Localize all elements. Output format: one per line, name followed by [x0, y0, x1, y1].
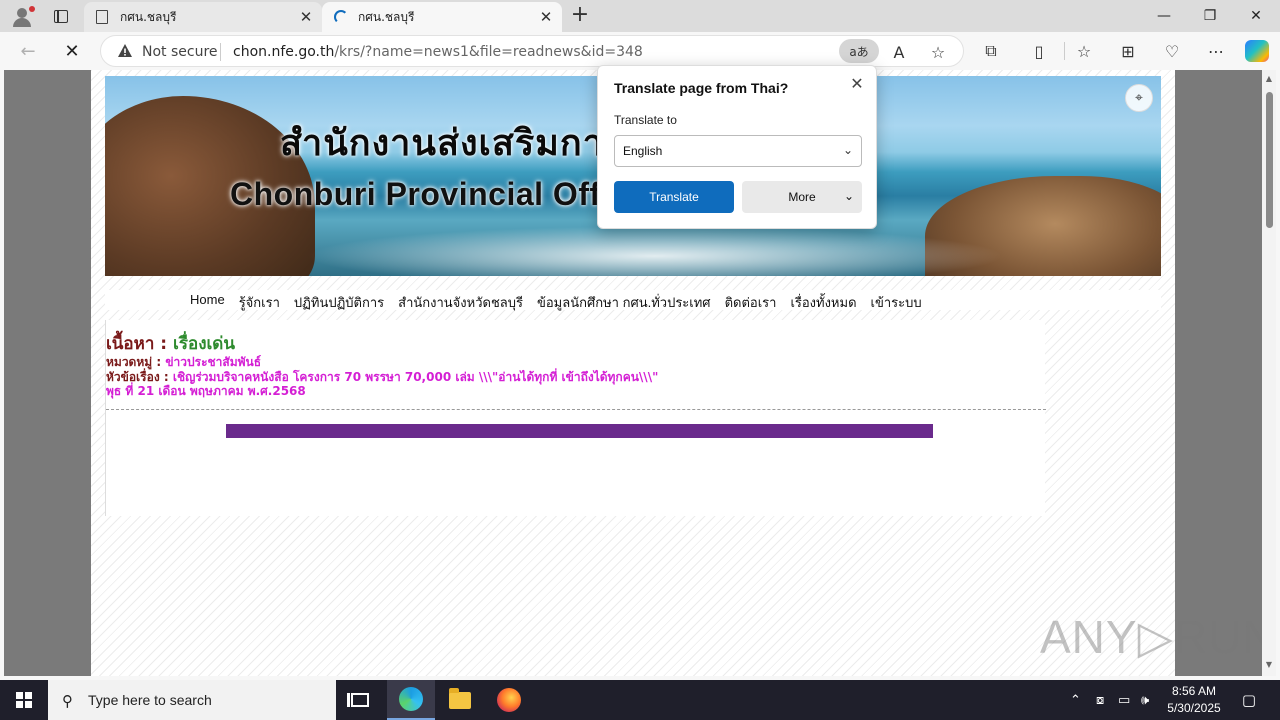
taskbar-firefox[interactable] — [485, 680, 533, 720]
tray-chevron-icon[interactable]: ⌃ — [1070, 680, 1081, 720]
language-select[interactable]: English ⌄ — [614, 135, 862, 167]
menu-provincial-office[interactable]: สำนักงานจังหวัดชลบุรี — [398, 292, 523, 313]
site-menu: Home รู้จักเรา ปฏิทินปฏิบัติการ สำนักงาน… — [105, 290, 1161, 310]
article-image-top — [226, 424, 933, 438]
profile-avatar-icon — [17, 8, 27, 18]
more-menu-icon[interactable]: ⋯ — [1202, 38, 1230, 64]
favorites-icon[interactable]: ☆ — [1070, 38, 1098, 64]
windows-taskbar: ⚲ Type here to search ⌃ ⧇ ▭ 🕪 8:56 AM 5/… — [0, 680, 1280, 720]
notification-icon[interactable]: ▢ — [1234, 680, 1264, 720]
url-text[interactable]: chon.nfe.go.th/krs/?name=news1&file=read… — [233, 44, 643, 60]
tab-chonburi-1[interactable]: กศน.ชลบุรี ✕ — [84, 2, 322, 32]
tab-title: กศน.ชลบุรี — [358, 9, 415, 24]
folder-icon — [449, 687, 471, 709]
taskbar-file-explorer[interactable] — [436, 680, 484, 720]
tab-actions-icon — [54, 9, 68, 23]
warning-icon — [118, 44, 132, 57]
address-bar[interactable]: Not secure chon.nfe.go.th/krs/?name=news… — [100, 35, 964, 67]
menu-about[interactable]: รู้จักเรา — [239, 292, 280, 313]
chevron-down-icon: ⌄ — [842, 143, 853, 157]
clock-time: 8:56 AM — [1171, 684, 1217, 698]
profile-button[interactable] — [8, 4, 36, 28]
menu-calendar[interactable]: ปฏิทินปฏิบัติการ — [294, 292, 384, 313]
scroll-thumb[interactable] — [1266, 92, 1273, 228]
restore-button[interactable]: ❐ — [1187, 0, 1233, 32]
taskbar-search[interactable]: ⚲ Type here to search — [48, 680, 336, 720]
task-view-icon — [347, 693, 369, 707]
translate-popup: Translate page from Thai? ✕ Translate to… — [597, 65, 877, 229]
favorite-star-icon[interactable]: ☆ — [925, 40, 951, 64]
task-view-button[interactable] — [336, 680, 384, 720]
more-options-button[interactable]: More ⌄ — [742, 181, 862, 213]
tab-chonburi-2[interactable]: กศน.ชลบุรี ✕ — [322, 2, 562, 32]
clock-date: 5/30/2025 — [1167, 701, 1221, 715]
tab-actions-button[interactable] — [48, 4, 74, 28]
notification-dot — [29, 6, 35, 12]
start-button[interactable] — [0, 680, 48, 720]
content-date: พุธ ที่ 21 เดือน พฤษภาคม พ.ศ.2568 — [106, 384, 306, 398]
copilot-icon[interactable] — [1245, 40, 1269, 62]
translate-confirm-button[interactable]: Translate — [614, 181, 734, 213]
taskbar-edge[interactable] — [387, 680, 435, 720]
taskbar-clock[interactable]: 8:56 AM 5/30/2025 — [1156, 683, 1232, 717]
page-icon — [96, 10, 108, 24]
search-placeholder: Type here to search — [88, 692, 212, 708]
stop-loading-button[interactable]: ✕ — [58, 38, 86, 64]
menu-all-stories[interactable]: เรื่องทั้งหมด — [790, 292, 856, 313]
page-scrollbar[interactable]: ▲ ▼ — [1262, 70, 1276, 676]
scroll-up-icon[interactable]: ▲ — [1265, 74, 1273, 83]
translate-to-label: Translate to — [614, 113, 677, 127]
extensions-icon[interactable]: ⧉ — [977, 38, 1005, 64]
menu-student-info[interactable]: ข้อมูลนักศึกษา กศน.ทั่วประเทศ — [537, 292, 711, 313]
tab-close-icon[interactable]: ✕ — [536, 7, 556, 27]
close-window-button[interactable]: ✕ — [1233, 0, 1279, 32]
tab-strip: กศน.ชลบุรี ✕ กศน.ชลบุรี ✕ + — ❐ ✕ — [0, 0, 1280, 32]
split-screen-icon[interactable]: ▯ — [1025, 38, 1053, 64]
volume-icon[interactable]: 🕪 — [1141, 680, 1149, 720]
scroll-down-icon[interactable]: ▼ — [1265, 660, 1273, 669]
menu-home[interactable]: Home — [190, 292, 225, 313]
loading-spinner-icon — [334, 10, 348, 24]
translate-button[interactable]: aあ — [839, 39, 879, 63]
security-status[interactable]: Not secure — [142, 44, 218, 60]
popup-title: Translate page from Thai? — [614, 80, 789, 96]
read-aloud-icon[interactable]: A — [886, 40, 912, 64]
windows-logo-icon — [16, 692, 32, 708]
tab-close-icon[interactable]: ✕ — [296, 7, 316, 27]
tab-title: กศน.ชลบุรี — [120, 9, 177, 24]
visual-search-icon[interactable]: ⌖ — [1125, 84, 1153, 112]
collections-icon[interactable]: ⊞ — [1114, 38, 1142, 64]
minimize-button[interactable]: — — [1141, 0, 1187, 32]
article-content: เนื้อหา : เรื่องเด่น หมวดหมู่ : ข่าวประช… — [105, 320, 1046, 516]
menu-login[interactable]: เข้าระบบ — [871, 292, 922, 313]
edge-icon — [399, 687, 423, 711]
meet-now-icon[interactable]: ⧇ — [1096, 680, 1104, 720]
search-icon: ⚲ — [62, 692, 73, 710]
menu-contact[interactable]: ติดต่อเรา — [725, 292, 777, 313]
browser-essentials-icon[interactable]: ♡ — [1158, 38, 1186, 64]
chevron-down-icon: ⌄ — [843, 189, 854, 203]
close-icon[interactable]: ✕ — [846, 72, 868, 94]
new-tab-button[interactable]: + — [568, 4, 592, 28]
firefox-icon — [497, 688, 521, 712]
network-icon[interactable]: ▭ — [1118, 680, 1130, 720]
back-button[interactable]: ← — [14, 38, 42, 64]
divider — [106, 409, 1046, 410]
anyrun-watermark: ANY▷RUN — [1040, 611, 1276, 663]
